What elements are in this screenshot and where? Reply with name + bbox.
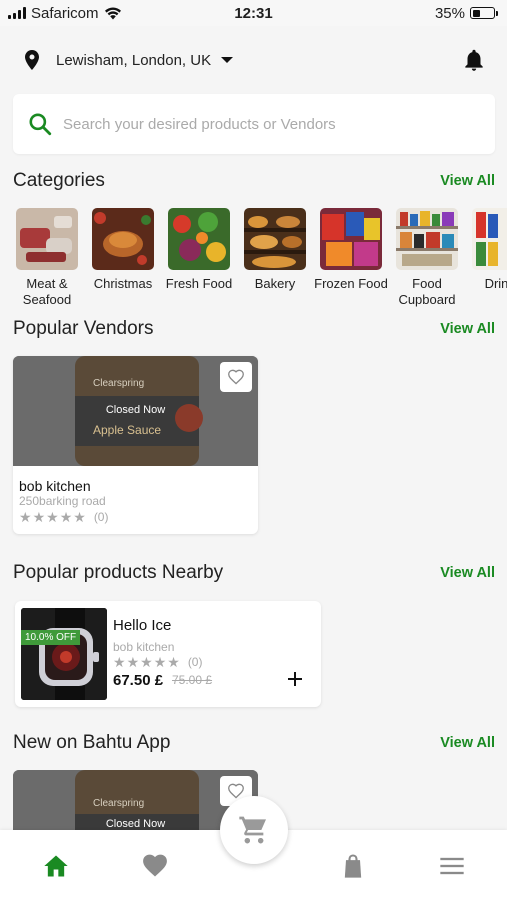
star-icon: ★: [59, 509, 73, 525]
star-icon: ★: [126, 654, 140, 670]
category-image: [92, 208, 154, 270]
category-label: Frozen Food: [314, 276, 388, 291]
category-label: Bakery: [254, 276, 296, 291]
star-icon: ★: [73, 509, 86, 525]
popular-products-title: Popular products Nearby: [13, 562, 224, 583]
carrier-label: Safaricom: [31, 4, 99, 22]
category-image: [16, 208, 78, 270]
category-label: Fresh Food: [165, 276, 233, 291]
vendor-image: Clearspring Apple Sauce Closed Now: [13, 356, 258, 466]
location-label: Lewisham, London, UK: [56, 51, 212, 69]
category-frozen-food[interactable]: Frozen Food: [314, 208, 388, 308]
categories-list: Meat & Seafood Christmas Fresh Food Bake…: [16, 208, 507, 308]
caret-down-icon: [221, 57, 234, 63]
cart-icon: [239, 816, 266, 844]
category-christmas[interactable]: Christmas: [92, 208, 154, 308]
closed-status: Closed Now: [105, 404, 166, 416]
vendor-rating: ★ ★ ★ ★ ★ (0): [19, 510, 108, 524]
category-image: [244, 208, 306, 270]
star-icon: ★: [32, 509, 46, 525]
vendor-address: 250barking road: [19, 494, 106, 508]
rating-count: (0): [93, 510, 109, 524]
product-image: 10.0% OFF: [21, 608, 107, 700]
categories-view-all-link[interactable]: View All: [440, 173, 495, 189]
category-image: [396, 208, 458, 270]
favorite-button[interactable]: [220, 362, 252, 392]
category-image: [320, 208, 382, 270]
popular-vendors-header: Popular Vendors View All: [13, 318, 495, 340]
product-old-price: 75.00 £: [172, 673, 213, 687]
heart-outline-icon: [228, 783, 244, 799]
battery-fill: [472, 9, 480, 17]
category-label: Christmas: [93, 276, 153, 291]
svg-text:Apple Sauce: Apple Sauce: [93, 423, 161, 437]
vendor-name: bob kitchen: [19, 478, 91, 494]
location-pin-icon: [25, 50, 39, 70]
category-fresh-food[interactable]: Fresh Food: [166, 208, 232, 308]
status-left: Safaricom: [8, 5, 122, 22]
discount-badge: 10.0% OFF: [21, 630, 81, 645]
home-icon[interactable]: [42, 852, 70, 880]
new-on-app-view-all-link[interactable]: View All: [440, 735, 495, 751]
status-right: 35%: [434, 4, 498, 22]
search-bar[interactable]: [13, 94, 495, 154]
heart-outline-icon: [228, 369, 244, 385]
bell-icon[interactable]: [461, 47, 487, 73]
search-icon: [29, 113, 52, 136]
category-bakery[interactable]: Bakery: [244, 208, 306, 308]
product-vendor: bob kitchen: [113, 640, 175, 654]
category-label: Drinks: [484, 276, 507, 291]
category-drinks[interactable]: Drinks: [472, 208, 507, 308]
new-on-app-header: New on Bahtu App View All: [13, 732, 495, 754]
categories-title: Categories: [13, 170, 105, 191]
product-price: 67.50 £: [113, 672, 164, 689]
popular-products-header: Popular products Nearby View All: [13, 562, 495, 584]
category-label: Meat & Seafood: [22, 276, 72, 307]
category-label: Food Cupboard: [398, 276, 456, 307]
categories-header: Categories View All: [13, 170, 495, 192]
svg-text:Clearspring: Clearspring: [93, 798, 144, 809]
cart-button[interactable]: [220, 796, 288, 864]
product-name: Hello Ice: [113, 617, 172, 634]
wifi-icon: [104, 7, 121, 20]
battery-icon: [470, 7, 498, 19]
category-image: [472, 208, 507, 270]
menu-icon[interactable]: [438, 852, 466, 880]
battery-percentage: 35%: [434, 4, 465, 22]
add-to-cart-icon[interactable]: [285, 669, 305, 689]
star-icon: ★: [167, 654, 180, 670]
category-image: [168, 208, 230, 270]
popular-vendors-view-all-link[interactable]: View All: [440, 321, 495, 337]
category-meat-seafood[interactable]: Meat & Seafood: [16, 208, 78, 308]
star-icon: ★: [46, 509, 59, 525]
category-food-cupboard[interactable]: Food Cupboard: [396, 208, 458, 308]
rating-count: (0): [187, 655, 203, 669]
star-icon: ★: [19, 509, 32, 525]
new-on-app-title: New on Bahtu App: [13, 732, 171, 753]
star-icon: ★: [113, 654, 126, 670]
svg-text:Clearspring: Clearspring: [93, 378, 144, 389]
signal-icon: [8, 7, 26, 19]
status-bar: Safaricom 12:31 35%: [0, 0, 507, 26]
vendor-card[interactable]: Clearspring Apple Sauce Closed Now bob k…: [13, 356, 258, 534]
product-rating: ★ ★ ★ ★ ★ (0): [113, 655, 202, 669]
popular-products-view-all-link[interactable]: View All: [440, 565, 495, 581]
star-icon: ★: [153, 654, 167, 670]
heart-icon[interactable]: [141, 852, 169, 880]
popular-vendors-title: Popular Vendors: [13, 318, 154, 339]
search-input[interactable]: [63, 115, 463, 133]
star-icon: ★: [140, 654, 153, 670]
bag-icon[interactable]: [339, 852, 367, 880]
product-card[interactable]: 10.0% OFF Hello Ice bob kitchen ★ ★ ★ ★ …: [15, 601, 321, 707]
location-selector[interactable]: Lewisham, London, UK: [20, 44, 487, 76]
